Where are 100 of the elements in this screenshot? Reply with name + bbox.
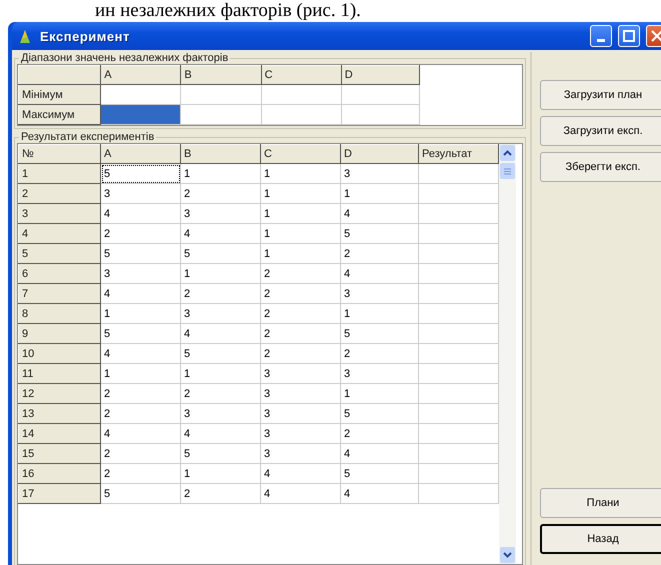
table-cell[interactable]: 4 xyxy=(260,464,340,484)
table-cell[interactable]: 1 xyxy=(180,264,260,284)
table-cell[interactable]: 5 xyxy=(100,164,180,184)
row-header: 4 xyxy=(18,224,100,244)
group-title: Результати експериментів xyxy=(20,132,156,143)
table-cell[interactable]: 2 xyxy=(260,344,340,364)
table-cell[interactable]: 3 xyxy=(260,364,340,384)
table-cell[interactable]: 3 xyxy=(260,424,340,444)
table-cell[interactable]: 1 xyxy=(340,304,418,324)
table-cell[interactable]: 1 xyxy=(340,184,418,204)
table-cell[interactable]: 4 xyxy=(340,264,418,284)
table-cell[interactable]: 4 xyxy=(340,484,418,504)
column-header: D xyxy=(341,66,420,84)
row-header: 9 xyxy=(18,324,100,344)
row-header: 10 xyxy=(18,344,100,364)
table-cell[interactable]: 2 xyxy=(100,384,180,404)
table-cell[interactable]: 5 xyxy=(100,484,180,504)
table-cell[interactable]: 2 xyxy=(260,284,340,304)
table-cell[interactable]: 2 xyxy=(340,424,418,444)
table-cell[interactable]: 2 xyxy=(340,344,418,364)
table-cell[interactable]: 1 xyxy=(340,384,418,404)
table-cell[interactable]: 5 xyxy=(180,244,260,264)
row-header: 16 xyxy=(18,464,100,484)
table-cell[interactable]: 1 xyxy=(100,304,180,324)
table-cell[interactable]: 1 xyxy=(260,204,340,224)
table-cell[interactable]: 5 xyxy=(100,244,180,264)
column-header: A xyxy=(100,144,180,164)
table-cell[interactable]: 1 xyxy=(180,164,260,184)
table-cell[interactable]: 3 xyxy=(180,204,260,224)
table-cell[interactable]: 4 xyxy=(100,204,180,224)
column-header: D xyxy=(340,144,418,164)
column-header: B xyxy=(180,66,262,84)
table-cell[interactable]: 2 xyxy=(100,224,180,244)
table-cell[interactable]: 1 xyxy=(260,224,340,244)
table-cell[interactable]: 4 xyxy=(180,324,260,344)
table-cell[interactable]: 3 xyxy=(340,284,418,304)
table-cell[interactable]: 1 xyxy=(260,244,340,264)
table-cell[interactable]: 2 xyxy=(260,264,340,284)
table-cell[interactable]: 2 xyxy=(260,324,340,344)
table-cell[interactable]: 2 xyxy=(180,284,260,304)
table-cell[interactable]: 5 xyxy=(340,404,418,424)
table-cell[interactable]: 5 xyxy=(340,464,418,484)
table-cell[interactable]: 1 xyxy=(180,464,260,484)
row-header: 12 xyxy=(18,384,100,404)
table-cell[interactable]: 5 xyxy=(340,324,418,344)
table-cell[interactable]: 4 xyxy=(100,424,180,444)
table-cell[interactable]: 4 xyxy=(100,284,180,304)
action-button[interactable]: Загрузити план xyxy=(540,80,661,110)
table-cell[interactable]: 2 xyxy=(100,444,180,464)
column-header: № xyxy=(18,144,100,164)
action-button[interactable]: Назад xyxy=(540,524,661,554)
group-title: Діапазони значень незалежних факторів xyxy=(20,53,230,64)
table-cell[interactable]: 3 xyxy=(260,444,340,464)
table-cell[interactable]: 4 xyxy=(260,484,340,504)
table-cell[interactable]: 4 xyxy=(180,424,260,444)
row-header: 15 xyxy=(18,444,100,464)
table-cell[interactable]: 3 xyxy=(340,164,418,184)
table-cell[interactable]: 2 xyxy=(180,384,260,404)
table-cell[interactable]: 5 xyxy=(180,344,260,364)
row-header: 1 xyxy=(18,164,100,184)
table-cell[interactable]: 2 xyxy=(100,404,180,424)
row-header: 2 xyxy=(18,184,100,204)
action-button[interactable]: Загрузити експ. xyxy=(540,116,661,146)
document-text: ин незалежних факторів (рис. 1). xyxy=(94,0,362,22)
row-header: Мінімум xyxy=(18,84,101,104)
table-cell[interactable]: 1 xyxy=(260,164,340,184)
table-cell[interactable]: 4 xyxy=(340,204,418,224)
row-header: 5 xyxy=(18,244,100,264)
table-cell[interactable]: 4 xyxy=(100,344,180,364)
row-header: 14 xyxy=(18,424,100,444)
table-cell[interactable]: 2 xyxy=(340,244,418,264)
table-cell[interactable]: 4 xyxy=(340,444,418,464)
row-header: 7 xyxy=(18,284,100,304)
table-cell[interactable]: 3 xyxy=(100,184,180,204)
row-header: 3 xyxy=(18,204,100,224)
table-cell[interactable]: 3 xyxy=(180,404,260,424)
table-cell[interactable]: 2 xyxy=(100,464,180,484)
table-cell[interactable]: 3 xyxy=(100,264,180,284)
table-cell[interactable]: 5 xyxy=(100,324,180,344)
action-button[interactable]: Плани xyxy=(540,488,661,518)
table-cell[interactable]: 2 xyxy=(180,484,260,504)
window-title: Експеримент xyxy=(40,28,131,44)
row-header: Максимум xyxy=(18,104,101,124)
table-cell[interactable]: 5 xyxy=(340,224,418,244)
column-header: B xyxy=(180,144,260,164)
table-cell[interactable]: 1 xyxy=(260,184,340,204)
table-cell[interactable]: 4 xyxy=(180,224,260,244)
table-cell[interactable]: 3 xyxy=(340,364,418,384)
column-header: Результат xyxy=(418,144,498,164)
table-cell[interactable]: 3 xyxy=(180,304,260,324)
row-header: 17 xyxy=(18,484,100,504)
table-cell[interactable]: 1 xyxy=(180,364,260,384)
table-cell[interactable]: 3 xyxy=(260,404,340,424)
table-cell[interactable]: 1 xyxy=(100,364,180,384)
action-button[interactable]: Зберегти експ. xyxy=(540,152,661,182)
table-cell[interactable]: 2 xyxy=(260,304,340,324)
table-cell[interactable]: 3 xyxy=(260,384,340,404)
column-header: C xyxy=(260,144,340,164)
table-cell[interactable]: 2 xyxy=(180,184,260,204)
table-cell[interactable]: 5 xyxy=(180,444,260,464)
